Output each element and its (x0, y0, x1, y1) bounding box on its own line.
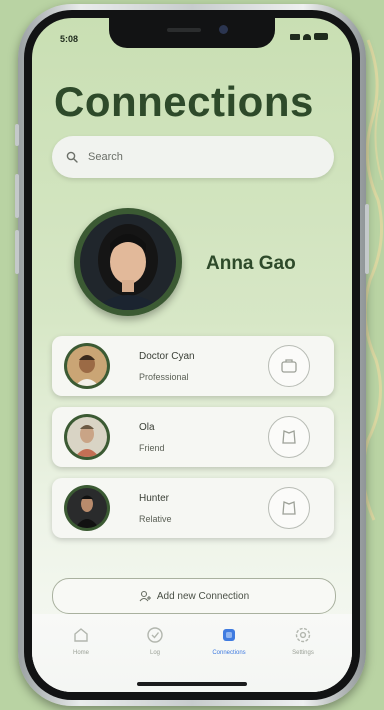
search-bar[interactable] (52, 136, 334, 178)
connections-icon (223, 629, 235, 641)
connection-card[interactable]: Hunter Relative (52, 478, 334, 538)
notch (109, 18, 275, 48)
connection-relation: Friend (139, 443, 165, 453)
home-icon (74, 628, 88, 642)
app-screen: 5:08 Connections Search Anna Gao Doctor … (32, 18, 352, 692)
friend-icon-button[interactable] (268, 416, 310, 458)
profile-photo (80, 214, 176, 310)
connection-avatar (64, 343, 110, 389)
connection-card[interactable]: Doctor Cyan Professional (52, 336, 334, 396)
connection-name: Ola (139, 422, 155, 433)
professional-icon-button[interactable] (268, 345, 310, 387)
connection-relation: Relative (139, 514, 172, 524)
mute-switch (15, 124, 19, 146)
volume-down-button (15, 230, 19, 274)
relative-icon-button[interactable] (268, 487, 310, 529)
signal-icon (290, 33, 300, 40)
connection-name: Doctor Cyan (139, 351, 195, 362)
add-connection-button[interactable]: Add new Connection (52, 578, 336, 614)
profile-avatar[interactable] (74, 208, 182, 316)
volume-up-button (15, 174, 19, 218)
settings-icon (295, 627, 311, 643)
front-camera (219, 25, 228, 34)
tab-bar: Home Log Connections Settings (32, 614, 352, 692)
tab-label: Connections (212, 650, 246, 656)
briefcase-icon (281, 359, 297, 373)
home-indicator (137, 682, 247, 686)
wifi-icon (303, 33, 311, 40)
status-time: 5:08 (60, 34, 79, 44)
connection-name: Hunter (139, 493, 170, 504)
search-icon (66, 151, 78, 163)
connection-avatar (64, 414, 110, 460)
log-icon (147, 627, 163, 643)
connection-relation: Professional (139, 372, 189, 382)
profile-name: Anna Gao (206, 253, 296, 274)
power-button (365, 204, 369, 274)
friend-icon (282, 430, 296, 444)
search-input[interactable] (86, 150, 310, 164)
speaker-grille (167, 28, 201, 32)
tab-connections[interactable]: Connections (199, 614, 259, 692)
tab-label: Log (149, 650, 160, 656)
relative-icon (282, 501, 296, 515)
tab-log[interactable]: Log (125, 614, 185, 692)
phone-bezel: 5:08 Connections Search Anna Gao Doctor … (24, 10, 360, 700)
add-user-icon (139, 590, 151, 602)
connection-card[interactable]: Ola Friend (52, 407, 334, 467)
tab-label: Home (72, 650, 89, 656)
tab-label: Settings (292, 650, 314, 656)
tab-home[interactable]: Home (51, 614, 111, 692)
status-icons (290, 33, 328, 40)
connection-avatar (64, 485, 110, 531)
add-connection-label: Add new Connection (156, 590, 250, 602)
page-title: Connections (54, 78, 314, 125)
battery-icon (314, 33, 328, 40)
tab-settings[interactable]: Settings (273, 614, 333, 692)
phone-frame: 5:08 Connections Search Anna Gao Doctor … (15, 4, 369, 706)
